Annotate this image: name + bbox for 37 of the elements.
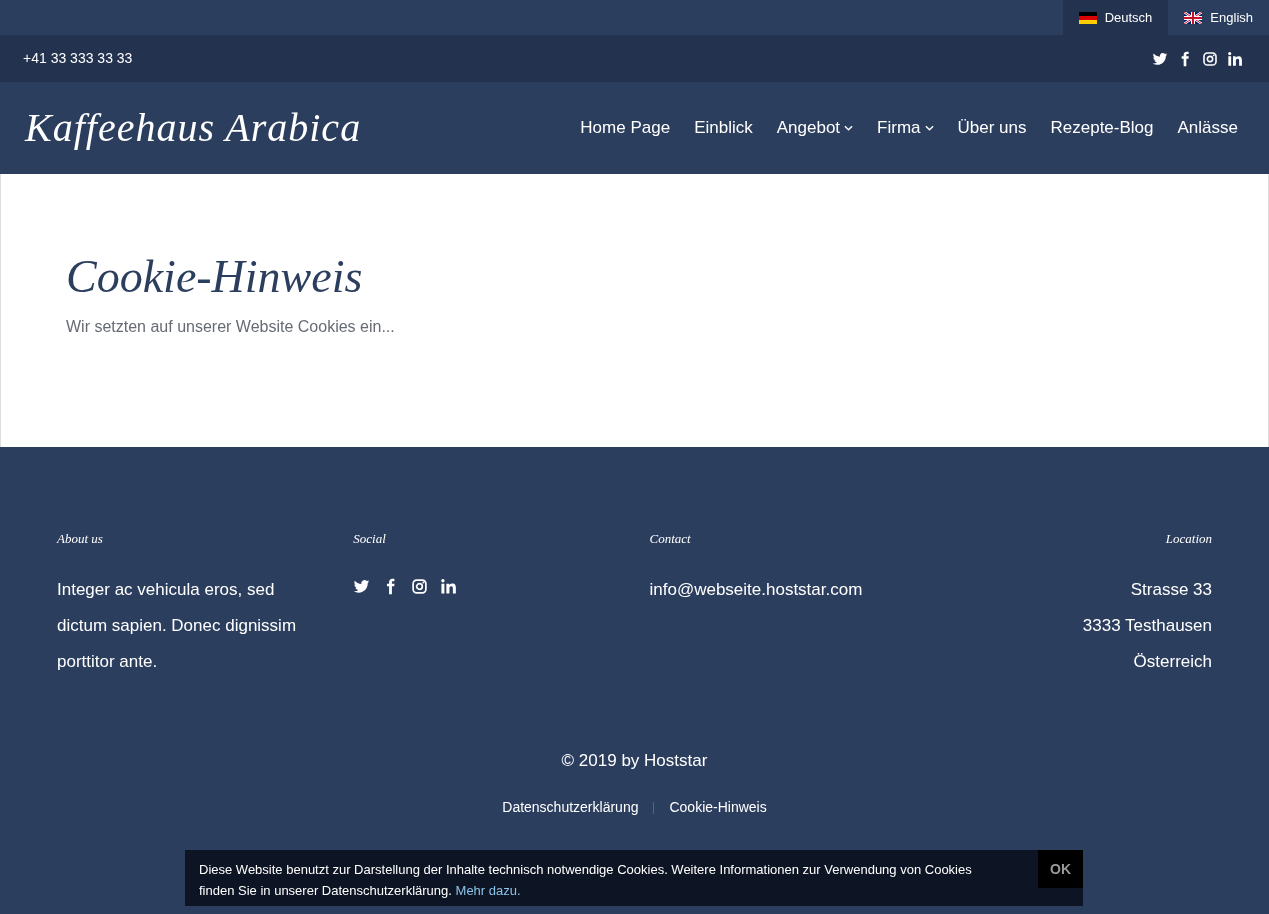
copyright-text: © 2019 by Hoststar — [561, 749, 708, 772]
linkedin-icon[interactable] — [440, 577, 458, 595]
site-logo[interactable]: Kaffeehaus Arabica — [25, 98, 362, 158]
language-tab[interactable]: Deutsch — [1062, 0, 1169, 35]
footer-text: 3333 Testhausen — [1082, 614, 1212, 637]
bird-icon[interactable] — [353, 577, 371, 595]
page-title: Cookie-Hinweis — [66, 252, 364, 303]
footer-text: Strasse 33 — [1129, 578, 1212, 601]
instagram-icon[interactable] — [411, 577, 429, 595]
footer-link[interactable]: Datenschutzerklärung — [502, 797, 639, 818]
cookie-notice-text: Diese Website benutzt zur Darstellung der Inhalte technisch notwendige Cookies. Weitere Informationen zur Verwendung von Cookies finden Sie in unserer Datenschutzerklärung. Mehr dazu. — [198, 861, 973, 900]
column-heading: About us — [57, 530, 104, 548]
nav-link[interactable]: Über uns — [957, 115, 1027, 141]
phone-number: +41 33 333 33 33 — [23, 49, 133, 68]
nav-link[interactable]: Anlässe — [1177, 115, 1238, 141]
footer-text: info@webseite.hoststar.com — [649, 578, 864, 601]
footer-text: Österreich — [1132, 650, 1212, 673]
chevron-down-icon — [924, 125, 934, 131]
nav-link[interactable]: Angebot — [776, 115, 854, 141]
footer-text: Integer ac vehicula eros, sed dictum sapien. Donec dignissim porttitor ante. — [57, 578, 298, 673]
column-heading: Social — [353, 530, 387, 548]
nav-link[interactable]: Firma — [877, 115, 934, 141]
instagram-icon[interactable] — [1202, 50, 1218, 67]
nav-link[interactable]: Einblick — [694, 115, 753, 141]
flag-icon — [1078, 11, 1097, 24]
column-heading: Contact — [649, 530, 692, 548]
nav-link[interactable]: Rezepte-Blog — [1050, 115, 1154, 141]
nav-link[interactable]: Home Page — [580, 115, 671, 141]
more-link[interactable]: Mehr dazu. — [455, 883, 521, 898]
ok-button[interactable]: OK — [1038, 850, 1083, 888]
bird-icon[interactable] — [1152, 50, 1168, 67]
page-text: Wir setzten auf unserer Website Cookies ein... — [66, 316, 396, 337]
flag-icon — [1184, 11, 1203, 24]
linkedin-icon[interactable] — [1227, 50, 1243, 67]
chevron-down-icon — [844, 125, 854, 131]
column-heading: Location — [1165, 530, 1212, 548]
footer-link[interactable]: Cookie-Hinweis — [669, 797, 767, 818]
